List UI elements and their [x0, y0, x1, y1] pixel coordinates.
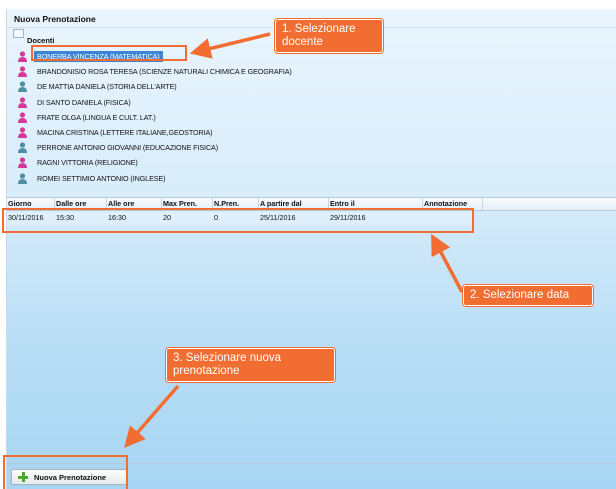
teacher-item[interactable]: PERRONE ANTONIO GIOVANNI (EDUCAZIONE FIS… — [17, 140, 437, 155]
folder-icon — [13, 28, 24, 38]
callout-step1: 1. Selezionare docente — [275, 19, 383, 53]
callout-step3-text: 3. Selezionare nuova prenotazione — [173, 352, 282, 377]
female-user-icon — [17, 112, 28, 123]
tree-root-label: Docenti — [27, 35, 55, 45]
teacher-list: BONERBA VINCENZA (MATEMATICA) BRANDONISIO… — [17, 49, 437, 186]
female-user-icon — [17, 97, 28, 108]
female-user-icon — [17, 157, 28, 169]
female-user-icon — [17, 127, 28, 139]
highlight-button — [3, 455, 128, 489]
callout-step2-text: 2. Selezionare data — [470, 289, 570, 301]
male-user-icon — [17, 142, 28, 154]
teacher-label: DE MATTIA DANIELA (STORIA DELL'ARTE) — [37, 82, 177, 92]
teacher-item[interactable]: RAGNI VITTORIA (RELIGIONE) — [17, 155, 437, 170]
teacher-label: RAGNI VITTORIA (RELIGIONE) — [37, 158, 138, 168]
highlight-row — [2, 208, 474, 233]
teacher-label: BRANDONISIO ROSA TERESA (SCIENZE NATURAL… — [37, 67, 292, 77]
teacher-item[interactable]: MACINA CRISTINA (LETTERE ITALIANE,GEOSTO… — [17, 125, 437, 140]
teacher-label: PERRONE ANTONIO GIOVANNI (EDUCAZIONE FIS… — [37, 143, 219, 153]
male-user-icon — [17, 172, 28, 184]
teacher-label: FRATE OLGA (LINGUA E CULT. LAT.) — [37, 112, 156, 122]
teacher-label: DI SANTO DANIELA (FISICA) — [37, 97, 131, 107]
teacher-item[interactable]: DI SANTO DANIELA (FISICA) — [17, 95, 437, 110]
teacher-item[interactable]: BRANDONISIO ROSA TERESA (SCIENZE NATURAL… — [17, 64, 437, 79]
callout-step2: 2. Selezionare data — [463, 285, 593, 306]
female-user-icon — [17, 51, 28, 63]
teacher-item[interactable]: FRATE OLGA (LINGUA E CULT. LAT.) — [17, 110, 437, 125]
teacher-label: ROMEI SETTIMIO ANTONIO (INGLESE) — [37, 173, 166, 183]
tree-root-docenti[interactable]: Docenti — [13, 28, 57, 45]
highlight-teacher — [31, 45, 187, 61]
callout-step3: 3. Selezionare nuova prenotazione — [166, 348, 335, 382]
teacher-item[interactable]: DE MATTIA DANIELA (STORIA DELL'ARTE) — [17, 79, 437, 94]
booking-window: Nuova Prenotazione Docenti BONERBA VINCE… — [6, 9, 616, 489]
female-user-icon — [17, 66, 28, 78]
window-title: Nuova Prenotazione — [14, 14, 96, 24]
male-user-icon — [17, 81, 28, 93]
callout-step1-text: 1. Selezionare docente — [282, 23, 356, 48]
teacher-label: MACINA CRISTINA (LETTERE ITALIANE,GEOSTO… — [37, 128, 213, 138]
teacher-item[interactable]: ROMEI SETTIMIO ANTONIO (INGLESE) — [17, 171, 437, 186]
